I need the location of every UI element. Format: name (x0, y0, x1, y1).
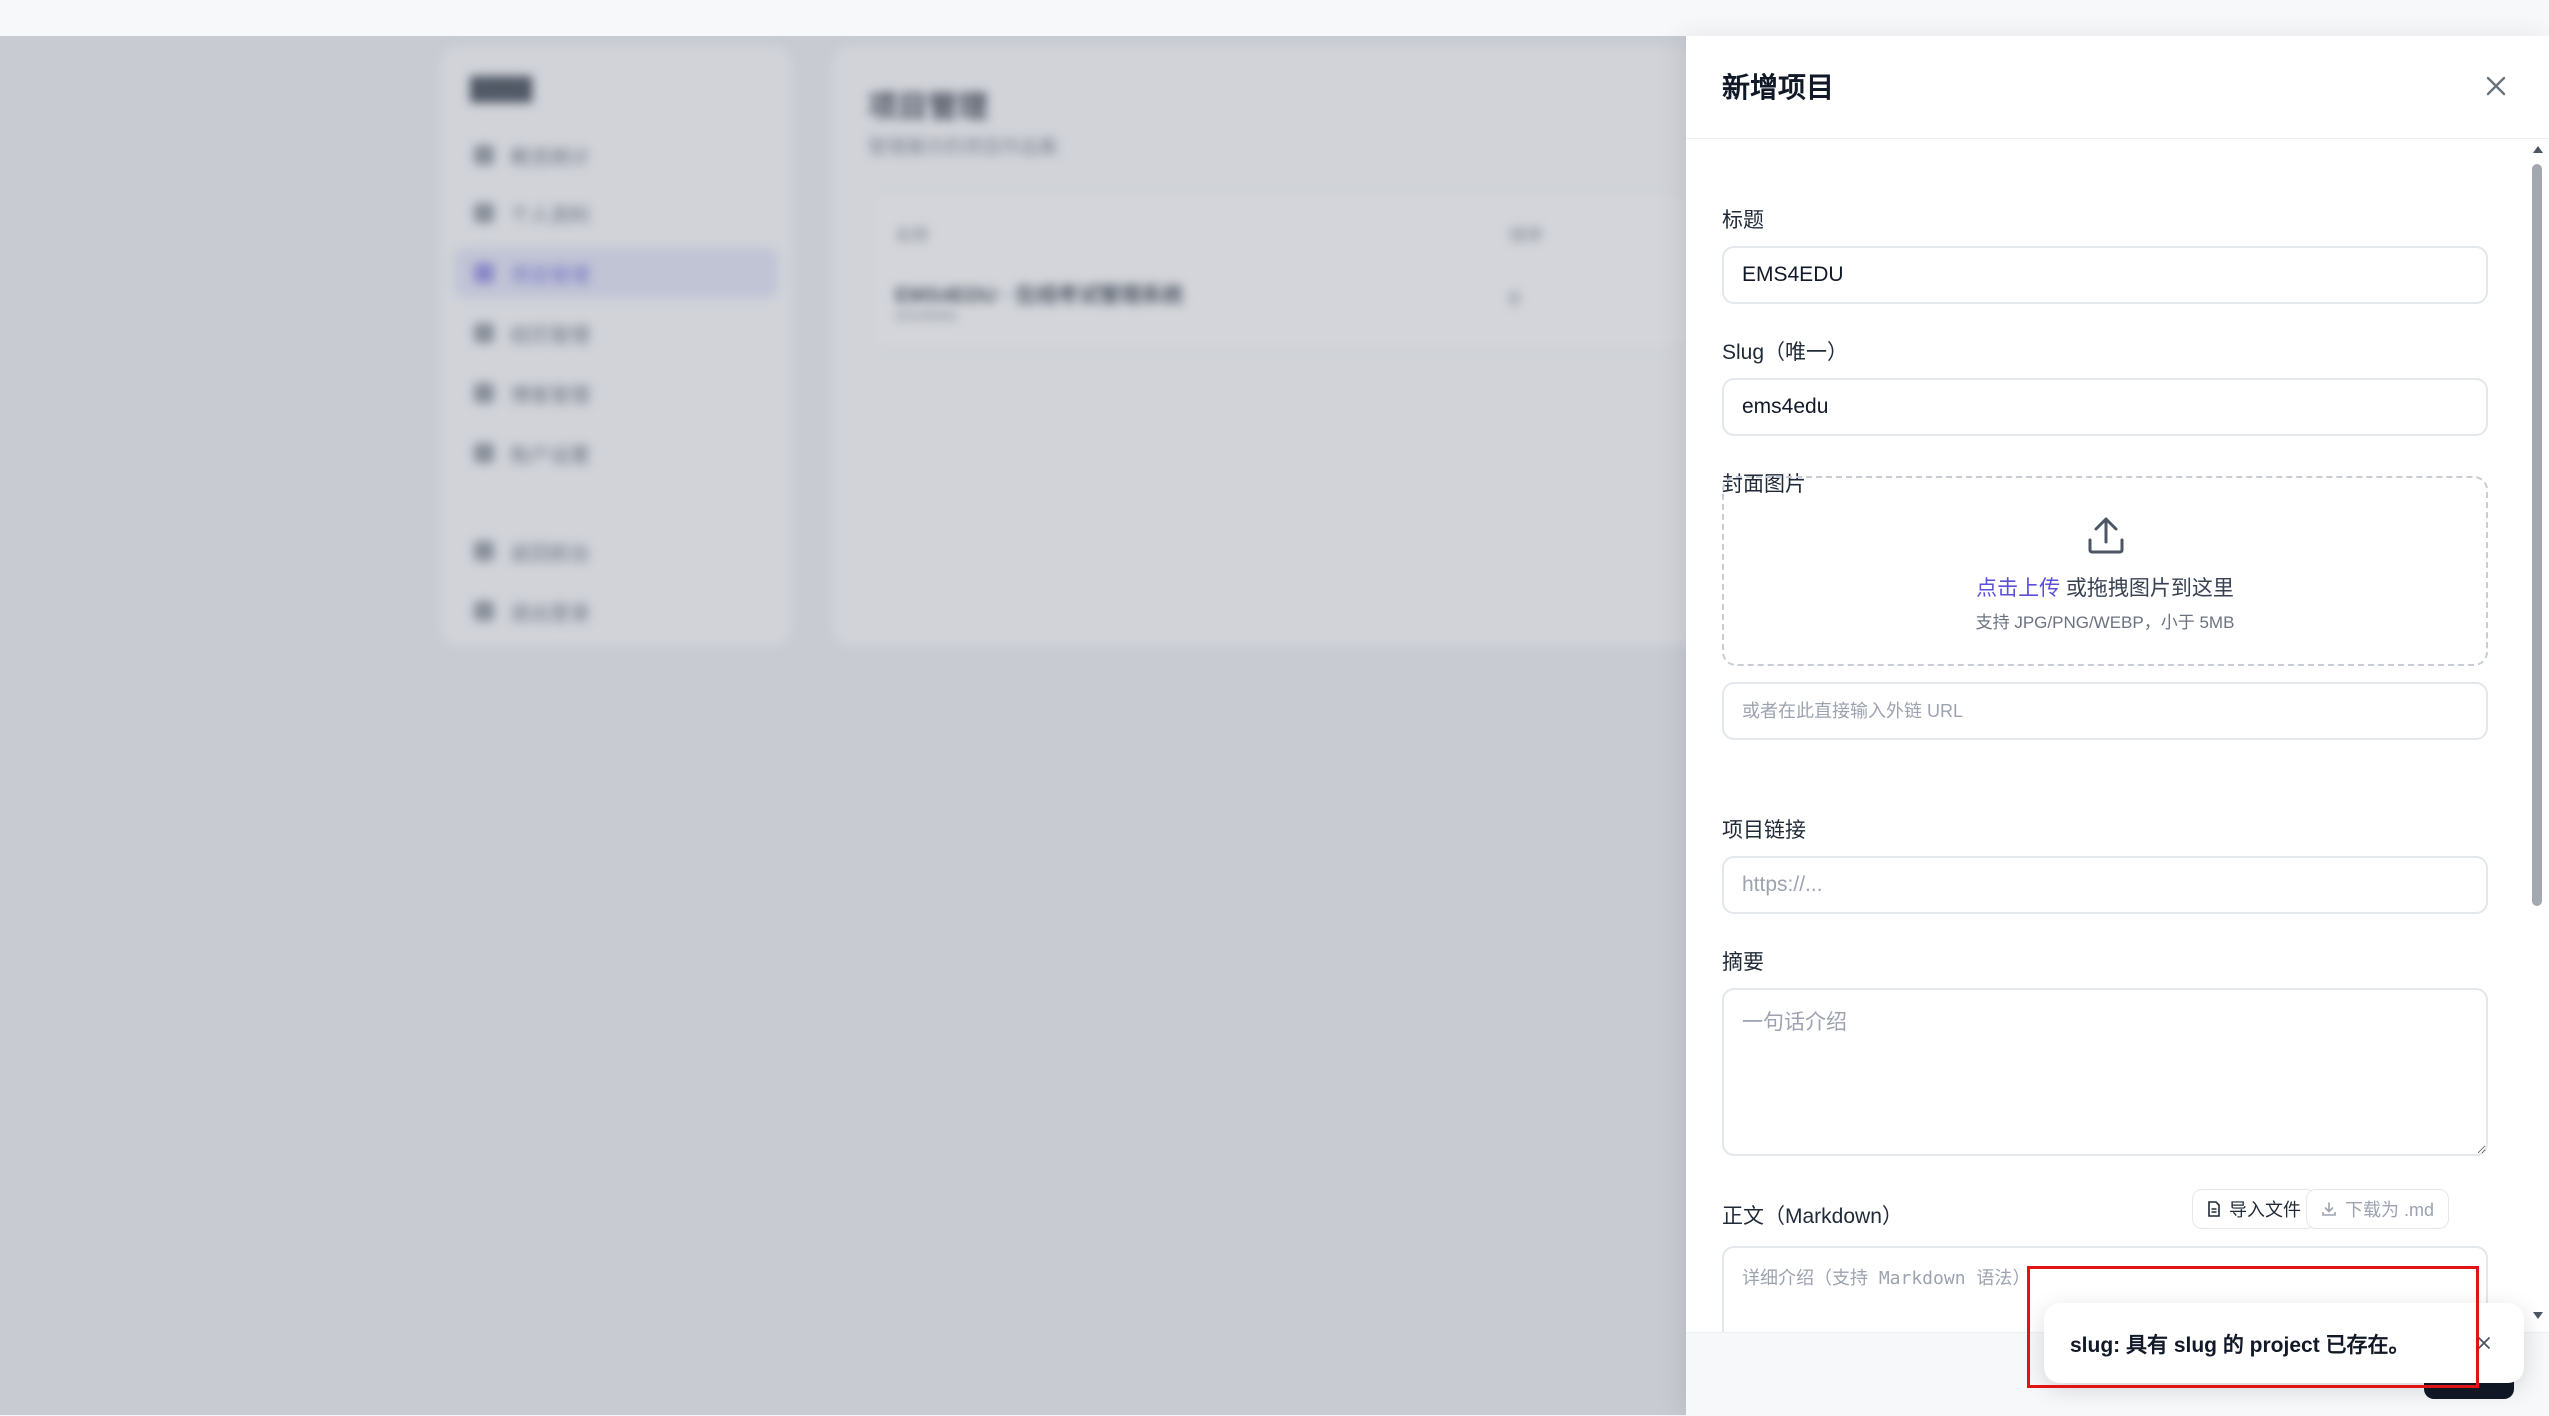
import-file-label: 导入文件 (2229, 1200, 2301, 1220)
new-project-drawer: 新增项目 标题 Slug（唯一） 封面图片 点击上传 或拖拽图片到这里 支持 J… (1686, 36, 2549, 1416)
upload-link[interactable]: 点击上传 (1976, 577, 2060, 600)
modal-overlay[interactable] (0, 36, 1686, 1415)
import-file-button[interactable]: 导入文件 (2192, 1189, 2316, 1229)
close-button[interactable] (2476, 66, 2516, 106)
cover-upload-dropzone[interactable]: 点击上传 或拖拽图片到这里 支持 JPG/PNG/WEBP，小于 5MB (1722, 476, 2488, 666)
project-link-input[interactable] (1722, 856, 2488, 914)
scroll-thumb[interactable] (2532, 164, 2542, 906)
toast-close-button[interactable] (2472, 1331, 2496, 1355)
drawer-scrollbar[interactable] (2529, 140, 2545, 1320)
slug-label: Slug（唯一） (1722, 341, 1849, 364)
download-icon (2322, 1202, 2336, 1216)
upload-icon (2088, 517, 2124, 554)
title-input[interactable] (1722, 246, 2488, 304)
body-label: 正文（Markdown） (1722, 1205, 1903, 1228)
error-toast: slug: 具有 slug 的 project 已存在。 (2044, 1303, 2524, 1383)
summary-label: 摘要 (1722, 951, 1764, 974)
upload-hint: 支持 JPG/PNG/WEBP，小于 5MB (1975, 613, 2235, 632)
summary-textarea[interactable] (1722, 988, 2488, 1156)
file-icon (2208, 1201, 2220, 1217)
browser-top-bar (0, 0, 2549, 37)
cover-url-input[interactable] (1722, 682, 2488, 740)
scroll-up-arrow[interactable] (2533, 146, 2543, 153)
download-md-button[interactable]: 下载为 .md (2306, 1189, 2450, 1229)
project-form: 标题 Slug（唯一） 封面图片 点击上传 或拖拽图片到这里 支持 JPG/PN… (1722, 138, 2492, 1366)
project-link-label: 项目链接 (1722, 819, 1806, 842)
upload-instruction: 点击上传 或拖拽图片到这里 (1724, 572, 2486, 602)
drawer-header: 新增项目 (1686, 36, 2549, 139)
toast-message: slug: 具有 slug 的 project 已存在。 (2070, 1334, 2410, 1357)
title-label: 标题 (1722, 209, 1764, 232)
drawer-title: 新增项目 (1722, 72, 1835, 103)
close-icon (2486, 76, 2506, 96)
slug-input[interactable] (1722, 378, 2488, 436)
upload-text: 或拖拽图片到这里 (2060, 577, 2234, 600)
scroll-down-arrow[interactable] (2533, 1312, 2543, 1319)
close-icon (2478, 1337, 2490, 1349)
download-md-label: 下载为 .md (2345, 1200, 2435, 1220)
